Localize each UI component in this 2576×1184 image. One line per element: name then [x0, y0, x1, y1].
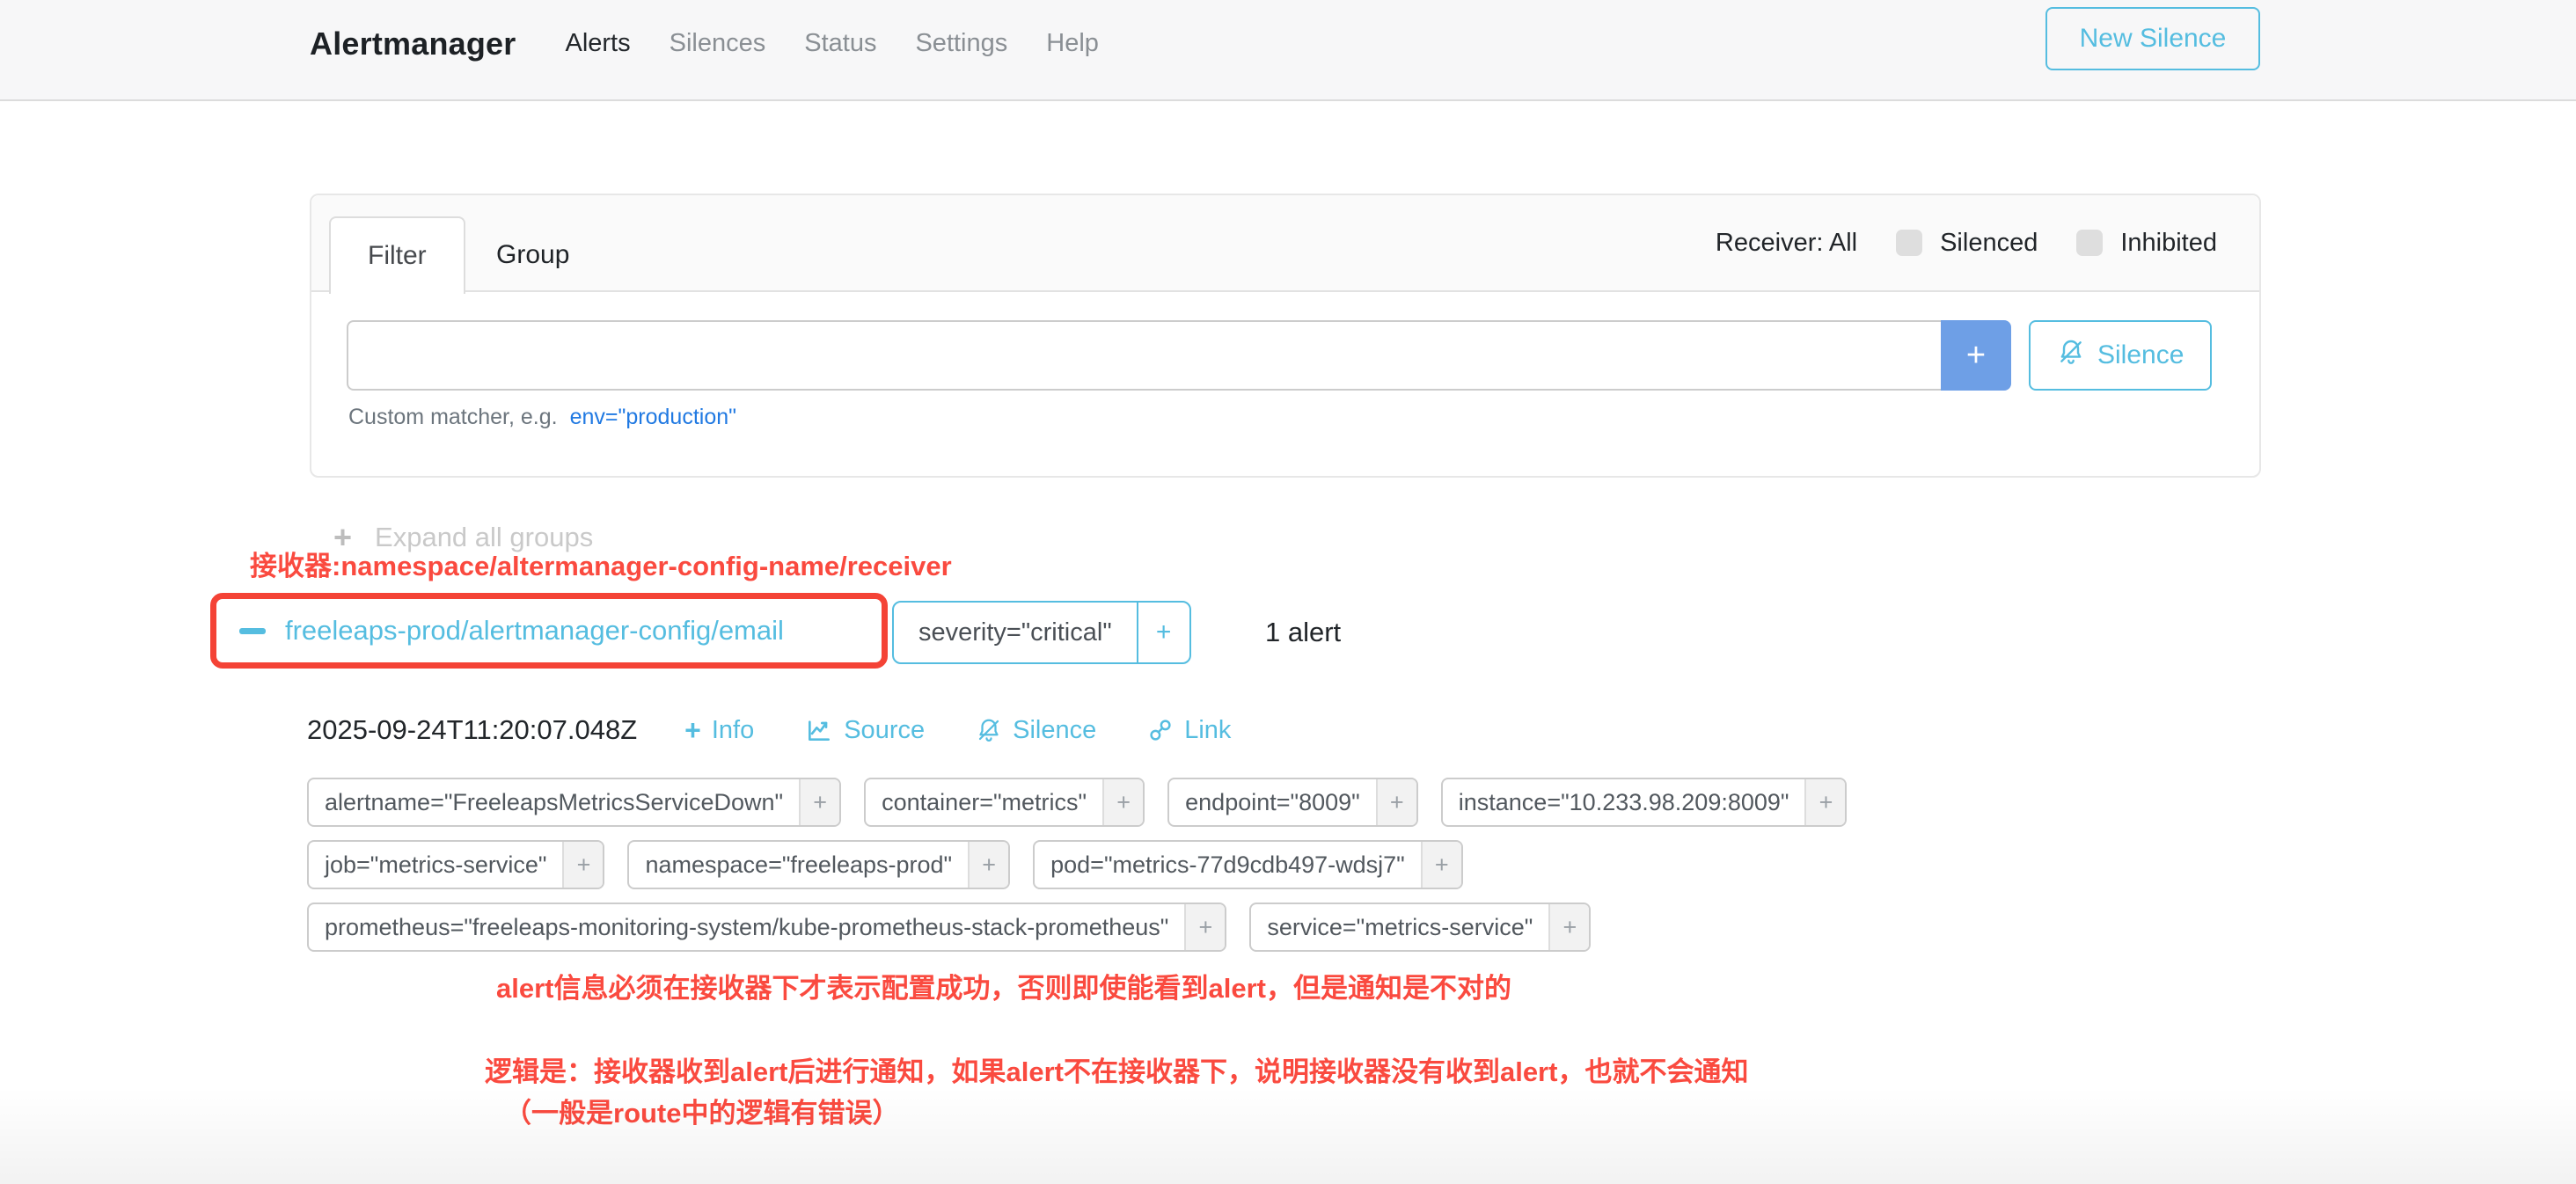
label-tag-endpoint: endpoint="8009" +: [1167, 778, 1418, 827]
label-tag-text: namespace="freeleaps-prod": [629, 842, 968, 888]
nav-item-alerts[interactable]: Alerts: [565, 29, 630, 58]
label-tag-instance: instance="10.233.98.209:8009" +: [1441, 778, 1848, 827]
alert-silence-label: Silence: [1013, 716, 1096, 745]
tab-group[interactable]: Group: [459, 216, 606, 294]
filter-header-right: Receiver: All Silenced Inhibited: [1716, 229, 2217, 258]
alert-group-toggle[interactable]: freeleaps-prod/alertmanager-config/email: [210, 593, 888, 669]
alert-timestamp: 2025-09-24T11:20:07.048Z: [307, 714, 637, 746]
alert-info-label: Info: [712, 716, 754, 745]
label-add-filter-button[interactable]: +: [1548, 904, 1589, 950]
alert-count: 1 alert: [1265, 601, 1341, 664]
alert-source-label: Source: [844, 716, 925, 745]
collapse-minus-icon: [239, 628, 266, 634]
label-add-filter-button[interactable]: +: [799, 779, 839, 825]
label-add-filter-button[interactable]: +: [1376, 779, 1416, 825]
alert-labels-row-3: prometheus="freeleaps-monitoring-system/…: [307, 903, 1591, 952]
label-tag-text: alertname="FreeleapsMetricsServiceDown": [309, 779, 799, 825]
add-matcher-button[interactable]: +: [1941, 320, 2011, 391]
bell-slash-icon: [976, 717, 1002, 743]
bottom-fade: [0, 1087, 2576, 1184]
tab-filter[interactable]: Filter: [329, 216, 465, 294]
label-add-filter-button[interactable]: +: [1421, 842, 1461, 888]
nav-item-settings[interactable]: Settings: [915, 29, 1007, 58]
silence-from-filter-button[interactable]: Silence: [2029, 320, 2212, 391]
label-add-filter-button[interactable]: +: [1184, 904, 1225, 950]
group-matcher-label: severity="critical": [894, 603, 1137, 662]
matcher-input[interactable]: [347, 320, 1941, 391]
label-add-filter-button[interactable]: +: [562, 842, 603, 888]
nav-item-status[interactable]: Status: [804, 29, 876, 58]
silenced-checkbox-label: Silenced: [1940, 229, 2038, 258]
alert-silence-button[interactable]: Silence: [976, 716, 1096, 745]
nav-item-silences[interactable]: Silences: [670, 29, 766, 58]
label-tag-text: job="metrics-service": [309, 842, 562, 888]
label-tag-text: prometheus="freeleaps-monitoring-system/…: [309, 904, 1184, 950]
app-brand[interactable]: Alertmanager: [310, 26, 516, 62]
label-tag-pod: pod="metrics-77d9cdb497-wdsj7" +: [1033, 840, 1463, 889]
new-silence-button[interactable]: New Silence: [2045, 7, 2260, 70]
label-tag-prometheus: prometheus="freeleaps-monitoring-system/…: [307, 903, 1226, 952]
link-icon: [1147, 717, 1174, 743]
inhibited-checkbox-label: Inhibited: [2120, 229, 2217, 258]
chart-line-icon: [805, 716, 833, 744]
alert-info-button[interactable]: + Info: [684, 716, 754, 745]
receiver-filter[interactable]: Receiver: All: [1716, 229, 1857, 258]
label-tag-job: job="metrics-service" +: [307, 840, 604, 889]
label-tag-text: service="metrics-service": [1251, 904, 1548, 950]
matcher-helper: Custom matcher, e.g. env="production": [348, 405, 736, 430]
alert-source-link[interactable]: Source: [805, 716, 925, 745]
alert-link-label: Link: [1184, 716, 1231, 745]
label-add-filter-button[interactable]: +: [1102, 779, 1143, 825]
alertmanager-page: Alertmanager Alerts Silences Status Sett…: [0, 0, 2576, 1184]
label-tag-text: endpoint="8009": [1169, 779, 1376, 825]
label-tag-alertname: alertname="FreeleapsMetricsServiceDown" …: [307, 778, 841, 827]
label-tag-namespace: namespace="freeleaps-prod" +: [627, 840, 1010, 889]
alert-header-row: 2025-09-24T11:20:07.048Z + Info Source: [307, 714, 1282, 746]
alert-labels-row-2: job="metrics-service" + namespace="freel…: [307, 840, 1463, 889]
inhibited-checkbox[interactable]: Inhibited: [2076, 229, 2217, 258]
nav-links: Alerts Silences Status Settings Help: [565, 29, 1098, 58]
matcher-helper-text: Custom matcher, e.g.: [348, 405, 558, 430]
silenced-checkbox[interactable]: Silenced: [1896, 229, 2038, 258]
label-add-filter-button[interactable]: +: [968, 842, 1008, 888]
alert-group-name[interactable]: freeleaps-prod/alertmanager-config/email: [285, 615, 784, 647]
nav-item-help[interactable]: Help: [1046, 29, 1099, 58]
annotation-logic: 逻辑是：接收器收到alert后进行通知，如果alert不在接收器下，说明接收器没…: [485, 1049, 1748, 1089]
annotation-config-success: alert信息必须在接收器下才表示配置成功，否则即使能看到alert，但是通知是…: [496, 966, 1511, 1005]
group-matcher-add-button[interactable]: +: [1137, 603, 1189, 662]
label-tag-text: instance="10.233.98.209:8009": [1443, 779, 1805, 825]
inhibited-checkbox-box[interactable]: [2076, 230, 2103, 256]
label-tag-text: pod="metrics-77d9cdb497-wdsj7": [1035, 842, 1421, 888]
label-tag-text: container="metrics": [866, 779, 1102, 825]
silence-button-label: Silence: [2097, 340, 2184, 370]
label-tag-container: container="metrics" +: [864, 778, 1145, 827]
alert-labels-row-1: alertname="FreeleapsMetricsServiceDown" …: [307, 778, 1847, 827]
matcher-row: + Silence: [347, 320, 2212, 391]
silenced-checkbox-box[interactable]: [1896, 230, 1922, 256]
filter-card: Filter Group Receiver: All Silenced Inhi…: [310, 194, 2261, 478]
bell-slash-icon: [2057, 338, 2085, 373]
label-tag-service: service="metrics-service" +: [1249, 903, 1591, 952]
label-add-filter-button[interactable]: +: [1804, 779, 1845, 825]
alert-link-button[interactable]: Link: [1147, 716, 1231, 745]
group-matcher-pill: severity="critical" +: [892, 601, 1191, 664]
annotation-route-error: （一般是route中的逻辑有错误）: [504, 1091, 900, 1130]
matcher-example-link[interactable]: env="production": [570, 405, 736, 430]
annotation-receiver-format: 接收器:namespace/altermanager-config-name/r…: [250, 544, 952, 583]
filter-card-header: Filter Group Receiver: All Silenced Inhi…: [311, 195, 2259, 292]
plus-icon: +: [684, 716, 701, 744]
